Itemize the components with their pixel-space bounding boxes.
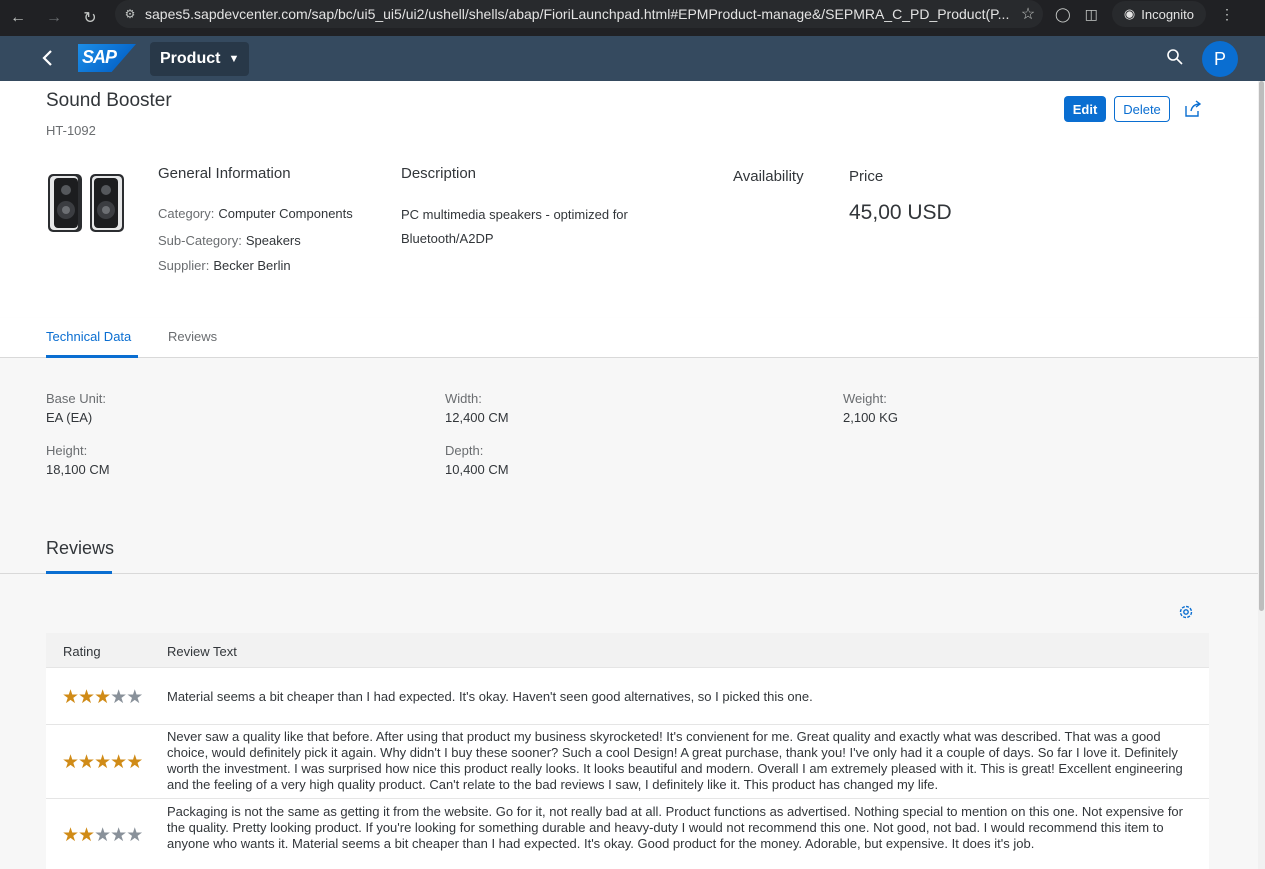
table-row[interactable]: ★★★★★ Material seems a bit cheaper than … <box>46 668 1209 725</box>
extension-icon[interactable]: ◯ <box>1055 6 1071 23</box>
width-label: Width: <box>445 391 482 406</box>
base-unit-label: Base Unit: <box>46 391 106 406</box>
category-label: Category: <box>158 206 215 221</box>
review-text: Material seems a bit cheaper than I had … <box>167 689 813 704</box>
supplier-label: Supplier: <box>158 258 210 273</box>
star-empty-icon: ★ <box>94 825 111 846</box>
incognito-icon: ◉ <box>1123 6 1136 21</box>
user-avatar[interactable]: P <box>1202 41 1238 77</box>
browser-menu-icon[interactable]: ⋮ <box>1220 6 1234 23</box>
base-unit-value: EA (EA) <box>46 410 93 425</box>
base-unit-field: Base Unit: EA (EA) <box>46 391 106 425</box>
incognito-label: Incognito <box>1141 6 1195 22</box>
subcategory-value: Speakers <box>245 233 301 248</box>
star-empty-icon: ★ <box>126 825 143 846</box>
rating-stars: ★★★★★ <box>62 825 143 846</box>
share-icon[interactable] <box>1184 100 1202 118</box>
site-info-icon[interactable]: ⚙ <box>115 7 145 21</box>
content-area: Base Unit: EA (EA) Width: 12,400 CM Weig… <box>0 358 1258 869</box>
table-settings-gear-icon[interactable] <box>1177 603 1195 621</box>
star-filled-icon: ★ <box>78 687 95 708</box>
back-arrow-icon[interactable]: ← <box>0 9 36 27</box>
star-filled-icon: ★ <box>94 752 111 773</box>
reviews-section-title: Reviews <box>46 538 115 558</box>
shell-bar: SAP Product ▼ P <box>0 36 1265 81</box>
weight-field: Weight: 2,100 KG <box>843 391 898 425</box>
rating-stars: ★★★★★ <box>62 752 143 773</box>
scrollbar-thumb[interactable] <box>1259 81 1264 611</box>
page-scrollbar[interactable] <box>1258 81 1265 869</box>
star-filled-icon: ★ <box>78 825 95 846</box>
width-value: 12,400 CM <box>445 410 509 425</box>
bookmark-star-icon[interactable]: ☆ <box>1013 4 1043 24</box>
table-header-row: Rating Review Text <box>46 633 1209 668</box>
sap-logo-text: SAP <box>82 47 117 67</box>
description-title: Description <box>401 165 477 182</box>
star-filled-icon: ★ <box>78 752 95 773</box>
star-filled-icon: ★ <box>110 752 127 773</box>
price-title: Price <box>849 168 884 185</box>
star-filled-icon: ★ <box>62 687 79 708</box>
star-filled-icon: ★ <box>62 752 79 773</box>
general-info-title: General Information <box>158 165 291 182</box>
section-title-underline <box>46 571 112 574</box>
height-value: 18,100 CM <box>46 462 110 477</box>
section-divider <box>0 573 1258 574</box>
subcategory-label: Sub-Category: <box>158 233 242 248</box>
section-tabs: Technical Data Reviews <box>0 318 1258 358</box>
supplier-value[interactable]: Becker Berlin <box>213 258 290 273</box>
app-title-menu[interactable]: Product ▼ <box>150 42 250 76</box>
category-value: Computer Components <box>218 206 353 221</box>
star-empty-icon: ★ <box>110 825 127 846</box>
app-title: Product <box>160 50 221 67</box>
depth-label: Depth: <box>445 443 484 458</box>
product-id: HT-1092 <box>46 123 96 138</box>
star-empty-icon: ★ <box>126 687 143 708</box>
table-row[interactable]: ★★★★★ Packaging is not the same as getti… <box>46 799 1209 869</box>
height-label: Height: <box>46 443 88 458</box>
address-bar[interactable]: ⚙ sapes5.sapdevcenter.com/sap/bc/ui5_ui5… <box>115 0 1043 28</box>
caret-down-icon: ▼ <box>228 53 240 65</box>
price-value: 45,00 USD <box>849 201 952 224</box>
star-filled-icon: ★ <box>62 825 79 846</box>
subcategory-field: Sub-Category: Speakers <box>158 233 301 248</box>
star-filled-icon: ★ <box>94 687 111 708</box>
review-text: Packaging is not the same as getting it … <box>167 804 1183 851</box>
table-row[interactable]: ★★★★★ Never saw a quality like that befo… <box>46 725 1209 799</box>
depth-value: 10,400 CM <box>445 462 509 477</box>
delete-button[interactable]: Delete <box>1114 96 1170 122</box>
reviews-table: Rating Review Text ★★★★★ Material seems … <box>46 633 1209 869</box>
url-text[interactable]: sapes5.sapdevcenter.com/sap/bc/ui5_ui5/u… <box>145 6 1013 22</box>
column-header-review-text[interactable]: Review Text <box>167 644 237 659</box>
tab-reviews[interactable]: Reviews <box>168 329 217 344</box>
depth-field: Depth: 10,400 CM <box>445 443 509 477</box>
edit-button[interactable]: Edit <box>1064 96 1106 122</box>
column-header-rating[interactable]: Rating <box>63 644 101 659</box>
tab-technical-data[interactable]: Technical Data <box>46 329 131 344</box>
star-filled-icon: ★ <box>126 752 143 773</box>
availability-title: Availability <box>733 168 804 185</box>
forward-arrow-icon[interactable]: → <box>36 9 72 27</box>
product-image <box>48 174 124 232</box>
reload-icon[interactable]: ↻ <box>72 8 108 28</box>
description-text: PC multimedia speakers - optimized for B… <box>401 207 628 246</box>
incognito-badge[interactable]: ◉ Incognito <box>1111 1 1207 27</box>
side-panel-icon[interactable]: ◫ <box>1085 6 1098 23</box>
review-text: Never saw a quality like that before. Af… <box>167 729 1183 792</box>
sap-logo[interactable]: SAP <box>78 44 136 72</box>
page-title: Sound Booster <box>46 90 172 111</box>
supplier-field: Supplier: Becker Berlin <box>158 258 291 273</box>
back-icon[interactable] <box>38 46 58 70</box>
rating-stars: ★★★★★ <box>62 687 143 708</box>
category-field: Category: Computer Components <box>158 206 353 221</box>
weight-label: Weight: <box>843 391 887 406</box>
star-empty-icon: ★ <box>110 687 127 708</box>
browser-toolbar: ← → ↻ ⚙ sapes5.sapdevcenter.com/sap/bc/u… <box>0 0 1265 36</box>
weight-value: 2,100 KG <box>843 410 898 425</box>
height-field: Height: 18,100 CM <box>46 443 110 477</box>
width-field: Width: 12,400 CM <box>445 391 509 425</box>
search-icon[interactable] <box>1166 48 1184 66</box>
